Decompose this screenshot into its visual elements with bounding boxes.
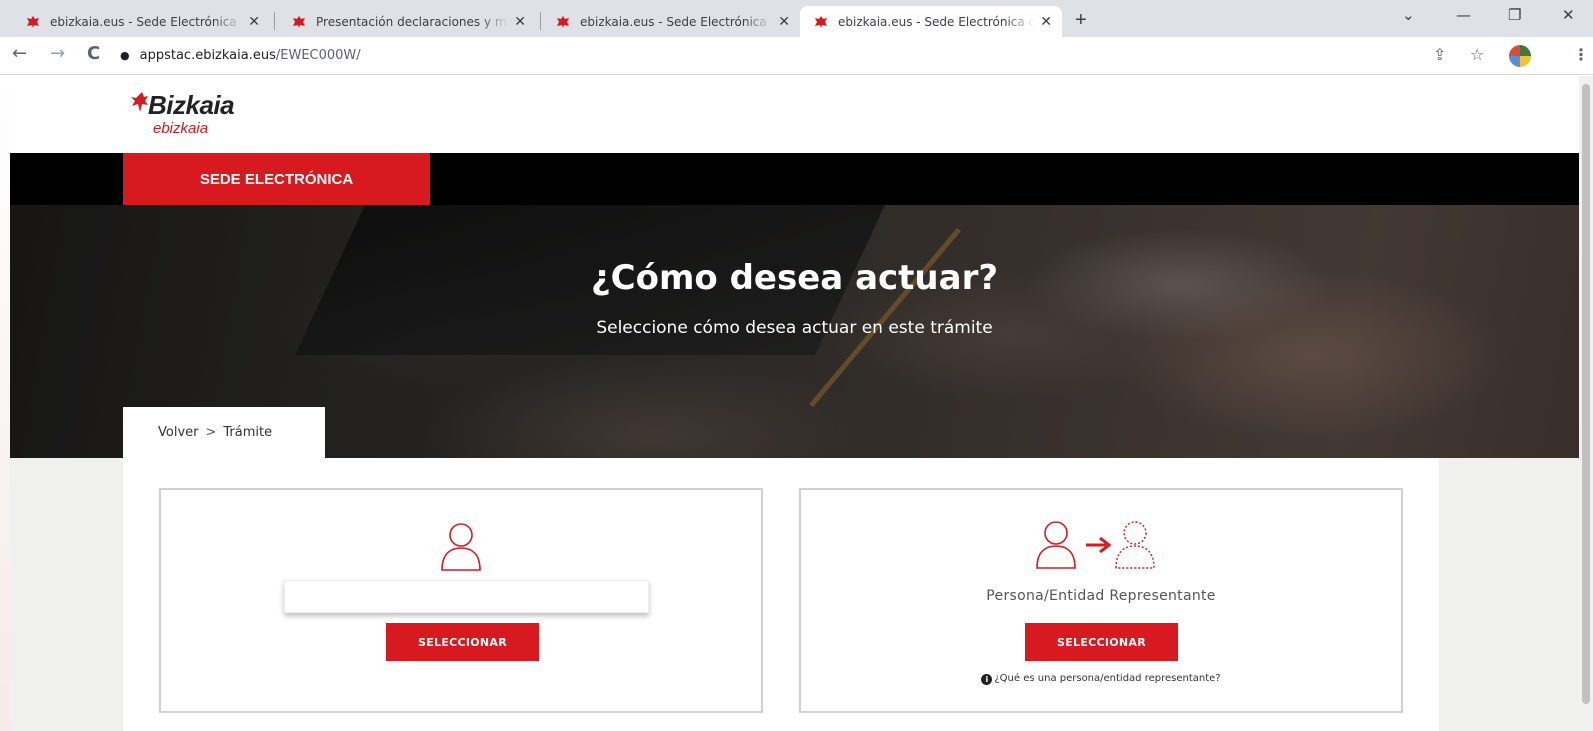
self-name-field (284, 580, 649, 613)
select-representative-button[interactable]: SELECCIONAR (1025, 623, 1178, 661)
person-icon (441, 523, 481, 571)
representative-icon (1036, 521, 1155, 569)
tab-title: ebizkaia.eus - Sede Electrónica de (838, 14, 1035, 29)
page-viewport: Bizkaia ebizkaia SEDE ELECTRÓNICA ¿Cómo … (0, 76, 1593, 731)
page-title: ¿Cómo desea actuar? (590, 258, 999, 298)
nav-sede-electronica[interactable]: SEDE ELECTRÓNICA (123, 153, 430, 205)
lock-icon[interactable]: ● (120, 49, 130, 62)
reload-button[interactable]: C (87, 43, 100, 64)
browser-tab[interactable]: Presentación declaraciones y mo ✕ (278, 6, 536, 37)
option-card-self: SELECCIONAR (159, 488, 763, 713)
ebizkaia-favicon-icon (815, 15, 827, 28)
browser-tab[interactable]: ebizkaia.eus - Sede Electrónica de ✕ (12, 6, 270, 37)
breadcrumb: Volver > Trámite (123, 407, 325, 458)
forward-button[interactable]: → (50, 43, 65, 64)
tab-divider (540, 12, 541, 30)
content-area: SELECCIONAR Persona/Entidad Representant… (10, 458, 1579, 731)
profile-avatar[interactable] (1509, 45, 1531, 67)
breadcrumb-back-link[interactable]: Volver (158, 425, 199, 440)
scrollbar-thumb[interactable] (1582, 84, 1590, 704)
tab-close-icon[interactable]: ✕ (778, 14, 790, 30)
url-host: appstac.ebizkaia.eus (139, 47, 276, 63)
option-card-representative: Persona/Entidad Representante SELECCIONA… (799, 488, 1403, 713)
logo-subtitle: ebizkaia (153, 120, 209, 137)
browser-tab-bar: ebizkaia.eus - Sede Electrónica de ✕ Pre… (0, 0, 1593, 37)
representative-help-link[interactable]: i ¿Qué es una persona/entidad representan… (801, 673, 1401, 685)
page-left-edge (0, 76, 10, 731)
select-self-button[interactable]: SELECCIONAR (386, 623, 539, 661)
window-close-button[interactable]: ✕ (1562, 6, 1575, 24)
info-icon: i (981, 674, 993, 685)
help-text: ¿Qué es una persona/entidad representant… (994, 673, 1221, 684)
tab-close-icon[interactable]: ✕ (248, 14, 260, 30)
minimize-button[interactable]: — (1456, 6, 1471, 24)
new-tab-button[interactable]: + (1075, 9, 1087, 32)
url-path: /EWEC000W/ (275, 47, 361, 63)
breadcrumb-current: Trámite (223, 425, 273, 440)
ebizkaia-favicon-icon (27, 15, 39, 28)
page-subtitle: Seleccione cómo desea actuar en este trá… (596, 318, 993, 338)
address-bar[interactable]: ● appstac.ebizkaia.eus/EWEC000W/ (120, 43, 361, 67)
share-icon[interactable]: ⇪ (1433, 45, 1446, 64)
logo-title: Bizkaia (148, 90, 235, 120)
ebizkaia-favicon-icon (557, 15, 569, 28)
tab-close-icon[interactable]: ✕ (1040, 14, 1052, 30)
bizkaia-leaf-icon (131, 92, 148, 112)
tab-title: ebizkaia.eus - Sede Electrónica de (50, 14, 243, 29)
browser-menu-icon[interactable]: ⋮ (1573, 45, 1589, 64)
tab-close-icon[interactable]: ✕ (514, 14, 526, 30)
back-button[interactable]: ← (12, 43, 27, 64)
content-panel: SELECCIONAR Persona/Entidad Representant… (123, 458, 1439, 731)
tab-search-chevron-icon[interactable]: ⌄ (1402, 6, 1415, 24)
representative-label: Persona/Entidad Representante (986, 588, 1216, 604)
browser-tab-active[interactable]: ebizkaia.eus - Sede Electrónica de ✕ (800, 6, 1062, 37)
tab-title: Presentación declaraciones y mo (316, 14, 509, 29)
restore-button[interactable]: ❐ (1508, 6, 1521, 24)
browser-tab[interactable]: ebizkaia.eus - Sede Electrónica de ✕ (542, 6, 800, 37)
browser-toolbar: ← → C ● appstac.ebizkaia.eus/EWEC000W/ ⇪… (0, 37, 1593, 75)
breadcrumb-separator: > (205, 425, 217, 440)
tab-title: ebizkaia.eus - Sede Electrónica de (580, 14, 773, 29)
page-scrollbar[interactable] (1579, 76, 1593, 731)
tab-divider (274, 12, 275, 30)
bookmark-star-icon[interactable]: ☆ (1470, 45, 1484, 64)
ebizkaia-favicon-icon (293, 15, 305, 28)
